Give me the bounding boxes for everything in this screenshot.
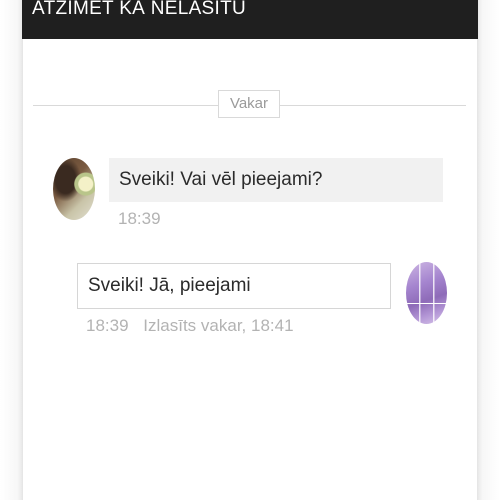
left-edge-shadow [0,0,22,500]
read-receipt: Izlasīts vakar, 18:41 [143,316,294,335]
top-action-bar[interactable]: ATZĪMĒT KĀ NELASĪTU [22,0,478,39]
outgoing-message-bubble[interactable]: Sveiki! Jā, pieejami [77,263,391,309]
incoming-message-bubble[interactable]: Sveiki! Vai vēl pieejami? [109,158,443,202]
day-divider-label: Vakar [218,90,280,118]
right-edge-shadow [478,0,500,500]
incoming-message-time: 18:39 [118,209,161,228]
sender-avatar[interactable] [53,158,95,220]
outgoing-message-time: 18:39 [86,316,129,335]
mark-as-unread-action[interactable]: ATZĪMĒT KĀ NELASĪTU [32,0,246,20]
own-avatar[interactable] [406,262,447,324]
outgoing-message-meta: 18:39 Izlasīts vakar, 18:41 [86,316,294,336]
